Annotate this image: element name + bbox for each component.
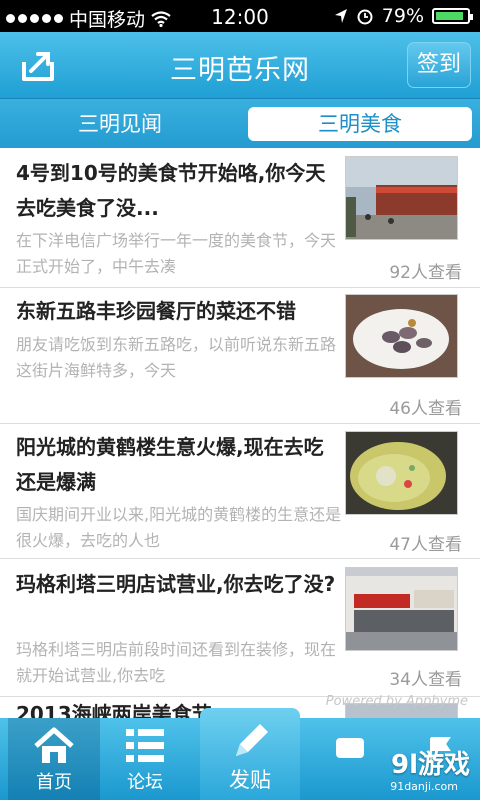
chat-icon	[336, 738, 364, 758]
home-icon	[34, 727, 74, 763]
alarm-icon	[357, 9, 373, 25]
watermark-brand: 9l游戏	[390, 750, 470, 780]
tab-home[interactable]: 首页	[8, 718, 100, 800]
list-item[interactable]: 玛格利塔三明店试营业,你去吃了没? 玛格利塔三明店前段时间还看到在装修，现在就开…	[0, 559, 480, 697]
tab-post[interactable]: 发贴	[200, 708, 300, 800]
view-count: 46人查看	[389, 399, 462, 419]
tab-more[interactable]	[310, 718, 390, 800]
view-count: 92人查看	[389, 263, 462, 283]
article-title: 东新五路丰珍园餐厅的菜还不错	[16, 299, 296, 323]
article-summary: 在下洋电信广场举行一年一度的美食节，今天正式开始了，中午去凑	[16, 231, 337, 276]
list-item[interactable]: 4号到10号的美食节开始咯,你今天去吃美食了没... 在下洋电信广场举行一年一度…	[0, 148, 480, 288]
tab-post-label: 发贴	[229, 768, 271, 792]
article-thumbnail	[345, 294, 458, 378]
article-title: 玛格利塔三明店试营业,你去吃了没?	[16, 572, 336, 596]
battery-percent: 79%	[381, 5, 424, 27]
tab-home-label: 首页	[36, 772, 72, 793]
tab-forum-label: 论坛	[127, 772, 163, 793]
list-item[interactable]: 阳光城的黄鹤楼生意火爆,现在去吃还是爆满 国庆期间开业以来,阳光城的黄鹤楼的生意…	[0, 424, 480, 559]
article-summary: 朋友请吃饭到东新五路吃，以前听说东新五路这街片海鲜特多，今天	[16, 335, 337, 380]
pencil-icon	[236, 724, 268, 756]
article-title: 阳光城的黄鹤楼生意火爆,现在去吃还是爆满	[16, 435, 324, 494]
article-list: 4号到10号的美食节开始咯,你今天去吃美食了没... 在下洋电信广场举行一年一度…	[0, 148, 480, 718]
view-count: 47人查看	[389, 535, 462, 555]
location-icon	[334, 9, 347, 23]
checkin-button[interactable]: 签到	[407, 42, 471, 88]
list-item[interactable]: 东新五路丰珍园餐厅的菜还不错 朋友请吃饭到东新五路吃，以前听说东新五路这街片海鲜…	[0, 288, 480, 424]
article-summary: 玛格利塔三明店前段时间还看到在装修，现在就开始试营业,你去吃	[16, 640, 337, 685]
article-thumbnail	[345, 567, 458, 651]
article-thumbnail	[345, 156, 458, 240]
powered-by-label: Powered by Appbyme	[325, 694, 468, 709]
tab-sanming-news[interactable]: 三明见闻	[8, 107, 232, 141]
tab-forum[interactable]: 论坛	[100, 718, 190, 800]
tab-sanming-food[interactable]: 三明美食	[248, 107, 472, 141]
view-count: 34人查看	[389, 670, 462, 690]
article-thumbnail	[345, 431, 458, 515]
status-bar: 中国移动 12:00 79%	[0, 0, 480, 32]
nav-bar: 三明芭乐网 签到	[0, 32, 480, 98]
list-icon	[126, 729, 164, 762]
article-summary: 国庆期间开业以来,阳光城的黄鹤楼的生意还是很火爆，去吃的人也	[16, 505, 342, 550]
segment-bar: 三明见闻 三明美食	[0, 98, 480, 149]
battery-icon	[432, 8, 473, 24]
article-title: 4号到10号的美食节开始咯,你今天去吃美食了没...	[16, 161, 326, 220]
watermark-url: 91danji.com	[390, 780, 458, 793]
